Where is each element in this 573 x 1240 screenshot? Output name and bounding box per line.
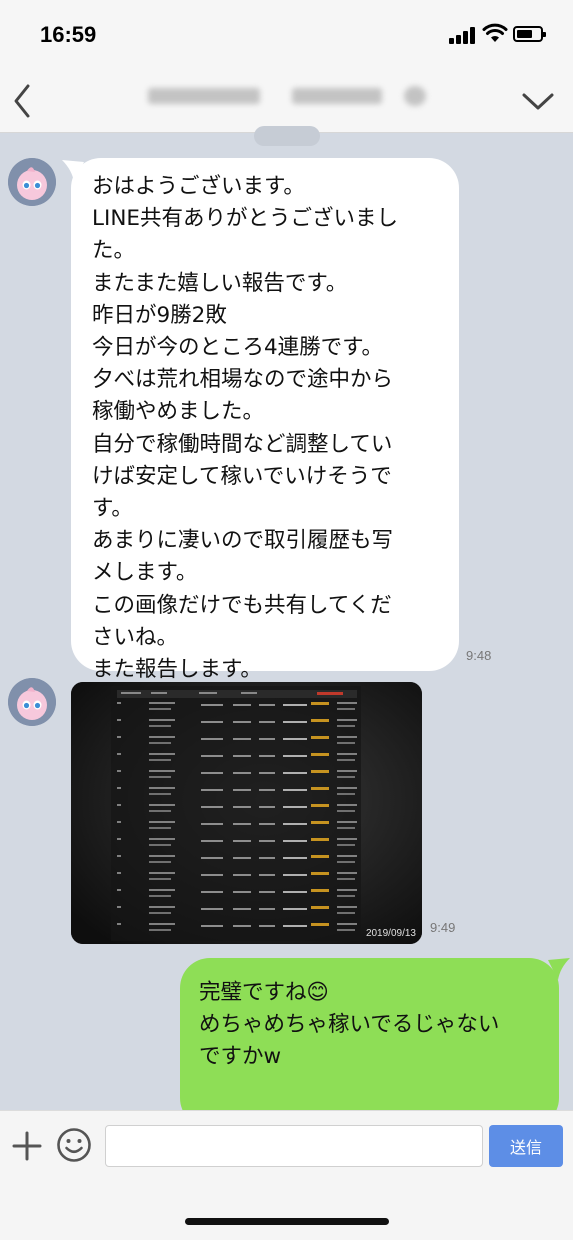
message-line: LINE共有ありがとうございまし [92, 206, 398, 232]
message-bubble-sent[interactable]: 完璧ですね😊 めちゃめちゃ稼いでるじゃない ですかw [180, 958, 559, 1128]
send-button[interactable]: 送信 [489, 1125, 563, 1167]
emoji-icon[interactable] [56, 1127, 92, 1163]
message-line: 自分で稼働時間など調整してい [92, 431, 393, 457]
bubble-tail [548, 958, 570, 980]
avatar[interactable] [8, 158, 56, 206]
home-indicator[interactable] [185, 1218, 389, 1225]
message-line: 夕べは荒れ相場なので途中から [92, 367, 394, 393]
message-line: この画像だけでも共有してくだ [92, 592, 392, 618]
status-time: 16:59 [40, 22, 97, 47]
status-bar: 16:59 [0, 0, 573, 70]
cellular-signal-icon [449, 26, 475, 44]
message-input[interactable] [105, 1125, 483, 1167]
avatar[interactable] [8, 678, 56, 726]
photo-date: 2019/09/13 [365, 928, 416, 939]
message-line: す。 [92, 496, 133, 522]
chat-header [0, 70, 573, 133]
message-line: 今日が今のところ4連勝です。 [92, 335, 384, 361]
trade-history-photo[interactable]: 2019/09/13 [71, 682, 422, 944]
message-line: あまりに凄いので取引履歴も写 [92, 528, 394, 554]
message-time: 9:49 [430, 920, 456, 935]
battery-icon [513, 26, 546, 42]
chat-subtitle-redacted [292, 88, 382, 104]
message-line: おはようございます。 [92, 174, 305, 199]
message-line: 昨日が9勝2敗 [92, 302, 227, 328]
chat-status-redacted [404, 86, 426, 106]
message-line: 完璧ですね😊 [199, 980, 329, 1005]
message-line: またまた嬉しい報告です。 [92, 270, 348, 296]
message-line: た。 [92, 238, 136, 264]
wifi-icon [482, 23, 508, 42]
pull-down-tab[interactable] [254, 126, 320, 146]
chevron-left-icon[interactable] [8, 82, 36, 120]
trade-history-photo-content [71, 682, 422, 944]
message-line: 稼働やめました。 [92, 399, 265, 425]
message-line: けば安定して稼いでいけそうで [92, 463, 392, 489]
message-line: メします。 [92, 560, 198, 586]
message-line: ですかw [199, 1044, 282, 1070]
message-time: 9:48 [466, 648, 492, 663]
chat-title-redacted [148, 88, 260, 104]
chevron-down-icon[interactable] [521, 88, 555, 114]
message-bubble-received[interactable]: おはようございます。 LINE共有ありがとうございまし た。 またまた嬉しい報告… [71, 158, 459, 682]
message-line: さいね。 [92, 624, 179, 650]
plus-icon[interactable] [12, 1131, 42, 1161]
message-line: めちゃめちゃ稼いでるじゃない [199, 1012, 500, 1038]
